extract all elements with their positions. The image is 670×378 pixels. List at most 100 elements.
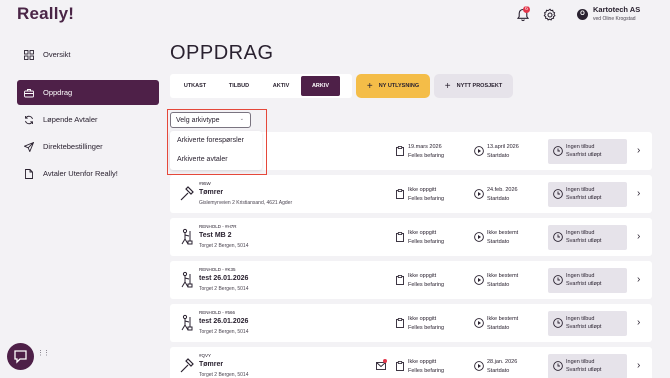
assignment-card[interactable]: RENHOLD - #566 test 26.01.2026 Torget 2 Be… [170,304,652,342]
chevron-right-icon[interactable]: › [637,188,640,199]
inspection-label: Felles befaring [408,239,445,245]
top-bar: Really! 6 O Kartotech AS ved Oline Krogs… [0,0,670,30]
start-date-label: Startdato [487,325,510,331]
card-code: RENHOLD - #566 [199,310,236,315]
start-date-label: Startdato [487,239,510,245]
status-subtext: Svarfrist utløpt [566,152,602,158]
play-icon [474,146,484,156]
start-date-label: Startdato [487,153,510,159]
card-code: RENHOLD - #K35 [199,267,236,272]
card-title: test 26.01.2026 [199,318,249,325]
inspection-date: Ikke oppgitt [408,359,437,365]
status-text: Ingen tilbud [566,230,595,236]
company-name: Kartotech AS [593,5,641,14]
tab-tilbud[interactable]: TILBUD [217,76,261,96]
clipboard-icon [396,189,404,199]
page-title: OPPDRAG [170,42,274,64]
inspection-date: Ikke oppgitt [408,316,437,322]
chevron-right-icon[interactable]: › [637,274,640,285]
chevron-right-icon[interactable]: › [637,317,640,328]
highlight-box [167,109,267,175]
status-badge: Ingen tilbud Svarfrist utløpt [548,354,627,378]
sidebar-item-avtaler-utenfor[interactable]: Avtaler Utenfor Really! [17,161,159,186]
chevron-right-icon[interactable]: › [637,360,640,371]
play-icon [474,232,484,242]
assignment-card[interactable]: #95W Tømrer Gislemyrveien 2 Kristiansand, … [170,175,652,213]
status-badge: Ingen tilbud Svarfrist utløpt [548,182,627,207]
sidebar-item-lopende-avtaler[interactable]: Løpende Avtaler [17,107,159,132]
chat-button[interactable] [7,343,34,370]
start-date: Ikke bestemt [487,316,519,322]
hammer-icon [180,186,194,201]
clock-icon [553,275,563,285]
status-subtext: Svarfrist utløpt [566,195,602,201]
unread-dot [383,359,387,363]
new-tender-button[interactable]: + NY UTLYSNING [356,74,430,98]
clock-icon [553,146,563,156]
drag-handle-icon[interactable]: ⋮⋮ [37,350,50,357]
app-logo[interactable]: Really! [17,4,74,24]
play-icon [474,275,484,285]
cleaner-icon [181,228,193,245]
chat-icon [14,350,27,364]
inspection-label: Felles befaring [408,325,445,331]
status-badge: Ingen tilbud Svarfrist utløpt [548,311,627,336]
sidebar-item-label: Direktebestillinger [43,142,103,151]
mail-icon[interactable] [376,362,386,370]
sidebar-item-label: Oversikt [43,50,71,59]
status-text: Ingen tilbud [566,144,595,150]
chevron-right-icon[interactable]: › [637,231,640,242]
new-tender-label: NY UTLYSNING [378,83,420,89]
company-user: ved Oline Krogstad [593,16,636,22]
sidebar-item-oppdrag[interactable]: Oppdrag [17,80,159,105]
status-badge: Ingen tilbud Svarfrist utløpt [548,268,627,293]
card-title: Test MB 2 [199,232,232,239]
assignment-card[interactable]: RENHOLD - #K35 test 26.01.2026 Torget 2 Be… [170,261,652,299]
sidebar-item-direktebestillinger[interactable]: Direktebestillinger [17,134,159,159]
clipboard-icon [396,146,404,156]
start-date: 28.jan. 2026 [487,359,518,365]
refresh-icon [25,115,33,124]
status-text: Ingen tilbud [566,316,595,322]
inspection-label: Felles befaring [408,153,445,159]
tab-arkiv[interactable]: ARKIV [301,76,340,96]
play-icon [474,318,484,328]
start-date-label: Startdato [487,368,510,374]
status-subtext: Svarfrist utløpt [566,238,602,244]
inspection-date: Ikke oppgitt [408,187,437,193]
gear-icon[interactable] [543,8,557,22]
new-project-button[interactable]: + NYTT PROSJEKT [434,74,513,98]
clipboard-icon [396,275,404,285]
inspection-label: Felles befaring [408,368,445,374]
card-address: Torget 2 Bergen, 5014 [199,372,249,378]
clock-icon [553,361,563,371]
assignment-card[interactable]: #QVY Tømrer Torget 2 Bergen, 5014 Ikke oppg… [170,347,652,378]
inspection-date: Ikke oppgitt [408,273,437,279]
sidebar-item-oversikt[interactable]: Oversikt [17,42,159,67]
chevron-right-icon[interactable]: › [637,145,640,156]
play-icon [474,361,484,371]
status-badge: Ingen tilbud Svarfrist utløpt [548,139,627,164]
tab-aktiv[interactable]: AKTIV [261,76,301,96]
play-icon [474,189,484,199]
inspection-date: Ikke oppgitt [408,230,437,236]
start-date: 24.feb. 2026 [487,187,518,193]
send-icon [24,141,34,152]
tab-utkast[interactable]: UTKAST [173,76,217,96]
cleaner-icon [181,314,193,331]
status-text: Ingen tilbud [566,359,595,365]
clipboard-icon [396,318,404,328]
grid-icon [24,49,34,60]
new-project-label: NYTT PROSJEKT [456,83,503,89]
briefcase-icon [24,88,34,97]
start-date: 13.april 2026 [487,144,519,150]
start-date-label: Startdato [487,196,510,202]
card-title: test 26.01.2026 [199,275,249,282]
status-subtext: Svarfrist utløpt [566,367,602,373]
start-date-label: Startdato [487,282,510,288]
status-tabs: UTKAST TILBUD AKTIV ARKIV [170,74,352,98]
card-address: Torget 2 Bergen, 5014 [199,329,249,335]
assignment-card[interactable]: RENHOLD - #H7R Test MB 2 Torget 2 Bergen, … [170,218,652,256]
plus-icon: + [444,80,451,92]
avatar[interactable]: O [577,9,588,20]
